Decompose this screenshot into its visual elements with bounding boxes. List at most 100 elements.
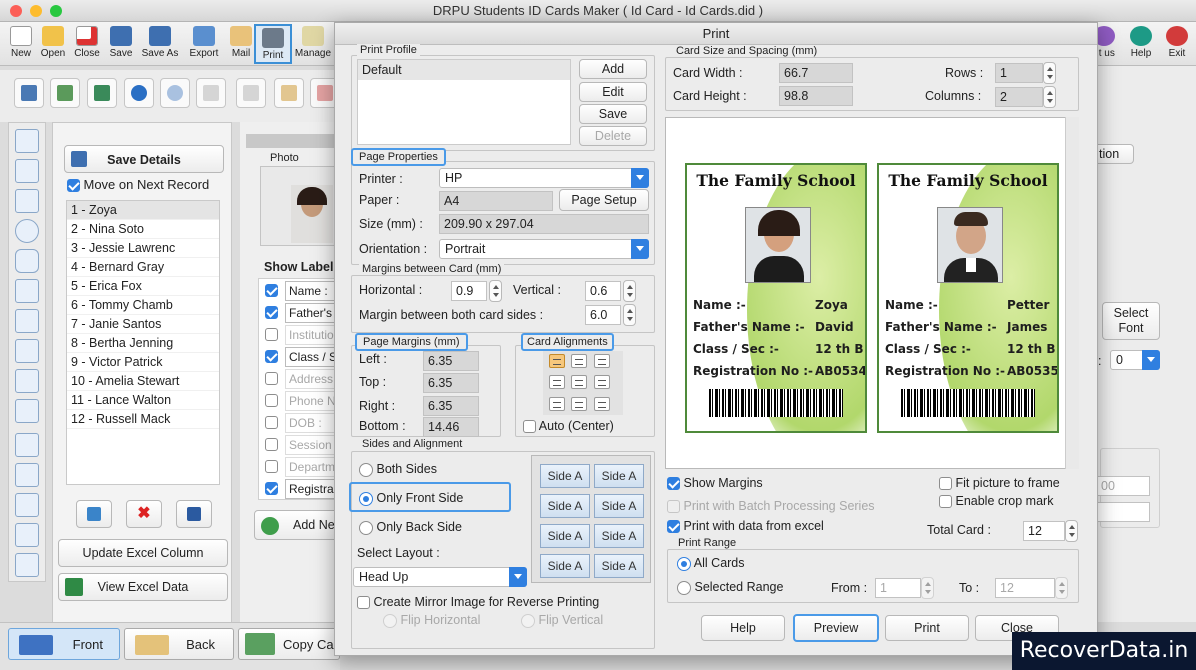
side-a-cell[interactable]: Side A <box>540 464 590 488</box>
rounded-rect-tool-icon[interactable] <box>15 249 39 273</box>
printer-select[interactable]: HP <box>439 168 649 188</box>
burst-tool-icon[interactable] <box>15 369 39 393</box>
profile-list[interactable]: Default <box>357 59 571 145</box>
crop-mark-checkbox[interactable]: Enable crop mark <box>939 494 1053 509</box>
save-details-button[interactable]: Save Details <box>64 145 224 173</box>
batch-checkbox[interactable]: Print with Batch Processing Series <box>667 499 875 514</box>
show-margins-checkbox[interactable]: Show Margins <box>667 476 763 491</box>
both-sides-radio-dot[interactable] <box>359 462 373 477</box>
select-font-button[interactable]: Select Font <box>1102 302 1160 340</box>
total-card-input[interactable]: 12 <box>1023 521 1065 541</box>
delete-profile-button[interactable]: Delete <box>579 126 647 146</box>
remove-record-button[interactable]: ✖ <box>126 500 162 528</box>
mirror-checkbox[interactable]: Create Mirror Image for Reverse Printing <box>357 595 599 610</box>
both-sides-radio[interactable]: Both Sides <box>359 462 437 477</box>
side-a-cell[interactable]: Side A <box>594 464 644 488</box>
rows-stepper[interactable] <box>1043 62 1056 84</box>
bottom-margin-value[interactable]: 14.46 <box>423 417 479 437</box>
field-checkbox[interactable] <box>265 460 278 474</box>
show-margins-check[interactable] <box>667 477 680 491</box>
print-button[interactable]: Print <box>254 24 292 64</box>
list-item[interactable]: 2 - Nina Soto <box>67 220 219 239</box>
maximize-window-icon[interactable] <box>50 5 62 17</box>
align-middle-left-icon[interactable] <box>549 375 565 389</box>
align-bottom-center-icon[interactable] <box>571 397 587 411</box>
close-window-icon[interactable] <box>10 5 22 17</box>
save-profile-button[interactable]: Save <box>579 104 647 124</box>
save-record-button[interactable] <box>176 500 212 528</box>
list-item[interactable]: Default <box>358 60 570 80</box>
horizontal-input[interactable]: 0.9 <box>451 281 487 301</box>
paste-button[interactable] <box>274 78 304 108</box>
edit-profile-button[interactable]: Edit <box>579 82 647 102</box>
list-item[interactable]: 5 - Erica Fox <box>67 277 219 296</box>
card-width-value[interactable]: 66.7 <box>779 63 853 83</box>
record-list[interactable]: 1 - Zoya 2 - Nina Soto 3 - Jessie Lawren… <box>66 200 220 485</box>
view-excel-data-button[interactable]: View Excel Data <box>58 573 228 601</box>
rows-value[interactable]: 1 <box>995 63 1043 83</box>
watermark-tool-icon[interactable] <box>15 553 39 577</box>
vertical-stepper[interactable] <box>623 280 636 302</box>
exit-button[interactable]: Exit <box>1160 24 1194 64</box>
selected-range-radio-dot[interactable] <box>677 580 691 595</box>
open-button[interactable]: Open <box>36 24 70 64</box>
library-tool-icon[interactable] <box>15 463 39 487</box>
list-item[interactable]: 3 - Jessie Lawrenc <box>67 239 219 258</box>
close-button[interactable]: Close <box>70 24 104 64</box>
align-middle-right-icon[interactable] <box>594 375 610 389</box>
flip-vertical-radio-dot[interactable] <box>521 613 535 628</box>
mirror-check[interactable] <box>357 596 370 610</box>
signature-tool-icon[interactable] <box>15 523 39 547</box>
move-next-check[interactable] <box>67 179 80 193</box>
field-checkbox[interactable] <box>265 438 278 452</box>
field-checkbox[interactable] <box>265 350 278 364</box>
triangle-tool-icon[interactable] <box>15 279 39 303</box>
export-button[interactable]: Export <box>186 24 222 64</box>
flip-horizontal-radio-dot[interactable] <box>383 613 397 628</box>
side-a-cell[interactable]: Side A <box>540 524 590 548</box>
columns-value[interactable]: 2 <box>995 87 1043 107</box>
crop-mark-check[interactable] <box>939 495 952 509</box>
save-as-button[interactable]: Save As <box>140 24 180 64</box>
align-top-left-icon[interactable] <box>549 354 565 368</box>
properties-button[interactable] <box>14 78 44 108</box>
back-view-button[interactable]: Back <box>124 628 234 660</box>
list-item[interactable]: 8 - Bertha Jenning <box>67 334 219 353</box>
excel-checkbox[interactable]: Print with data from excel <box>667 519 824 534</box>
to-input[interactable]: 12 <box>995 578 1055 598</box>
front-side-radio-dot[interactable] <box>359 491 373 506</box>
add-record-button[interactable] <box>76 500 112 528</box>
star-tool-icon[interactable] <box>15 339 39 363</box>
field-checkbox[interactable] <box>265 372 278 386</box>
list-item[interactable]: 12 - Russell Mack <box>67 410 219 429</box>
fit-picture-checkbox[interactable]: Fit picture to frame <box>939 476 1060 491</box>
barcode-tool-icon[interactable] <box>15 493 39 517</box>
back-side-radio-dot[interactable] <box>359 520 373 535</box>
align-top-center-icon[interactable] <box>571 354 587 368</box>
shape-tool-icon[interactable] <box>15 399 39 423</box>
orientation-select[interactable]: Portrait <box>439 239 649 259</box>
save-button[interactable]: Save <box>104 24 138 64</box>
side-a-cell[interactable]: Side A <box>594 554 644 578</box>
list-item[interactable]: 6 - Tommy Chamb <box>67 296 219 315</box>
text-tool-icon[interactable] <box>15 129 39 153</box>
add-profile-button[interactable]: Add <box>579 59 647 79</box>
from-stepper[interactable] <box>921 577 934 599</box>
side-a-cell[interactable]: Side A <box>594 524 644 548</box>
field-checkbox[interactable] <box>265 482 278 496</box>
align-bottom-right-icon[interactable] <box>594 397 610 411</box>
import-button[interactable] <box>87 78 117 108</box>
field-checkbox[interactable] <box>265 328 278 342</box>
list-item[interactable]: 1 - Zoya <box>67 201 219 220</box>
preview-scrollbar[interactable] <box>1065 117 1079 469</box>
field-checkbox[interactable] <box>265 394 278 408</box>
field-checkbox[interactable] <box>265 284 278 298</box>
add-new-label-button[interactable]: Add Ne <box>254 510 340 540</box>
redo-button[interactable] <box>160 78 190 108</box>
dim-input[interactable]: 00 <box>1096 476 1150 496</box>
flip-horizontal-radio[interactable]: Flip Horizontal <box>383 613 480 628</box>
help-dialog-button[interactable]: Help <box>701 615 785 641</box>
layout-select[interactable]: Head Up <box>353 567 527 587</box>
margin-both-stepper[interactable] <box>623 304 636 326</box>
back-side-radio[interactable]: Only Back Side <box>359 520 462 535</box>
